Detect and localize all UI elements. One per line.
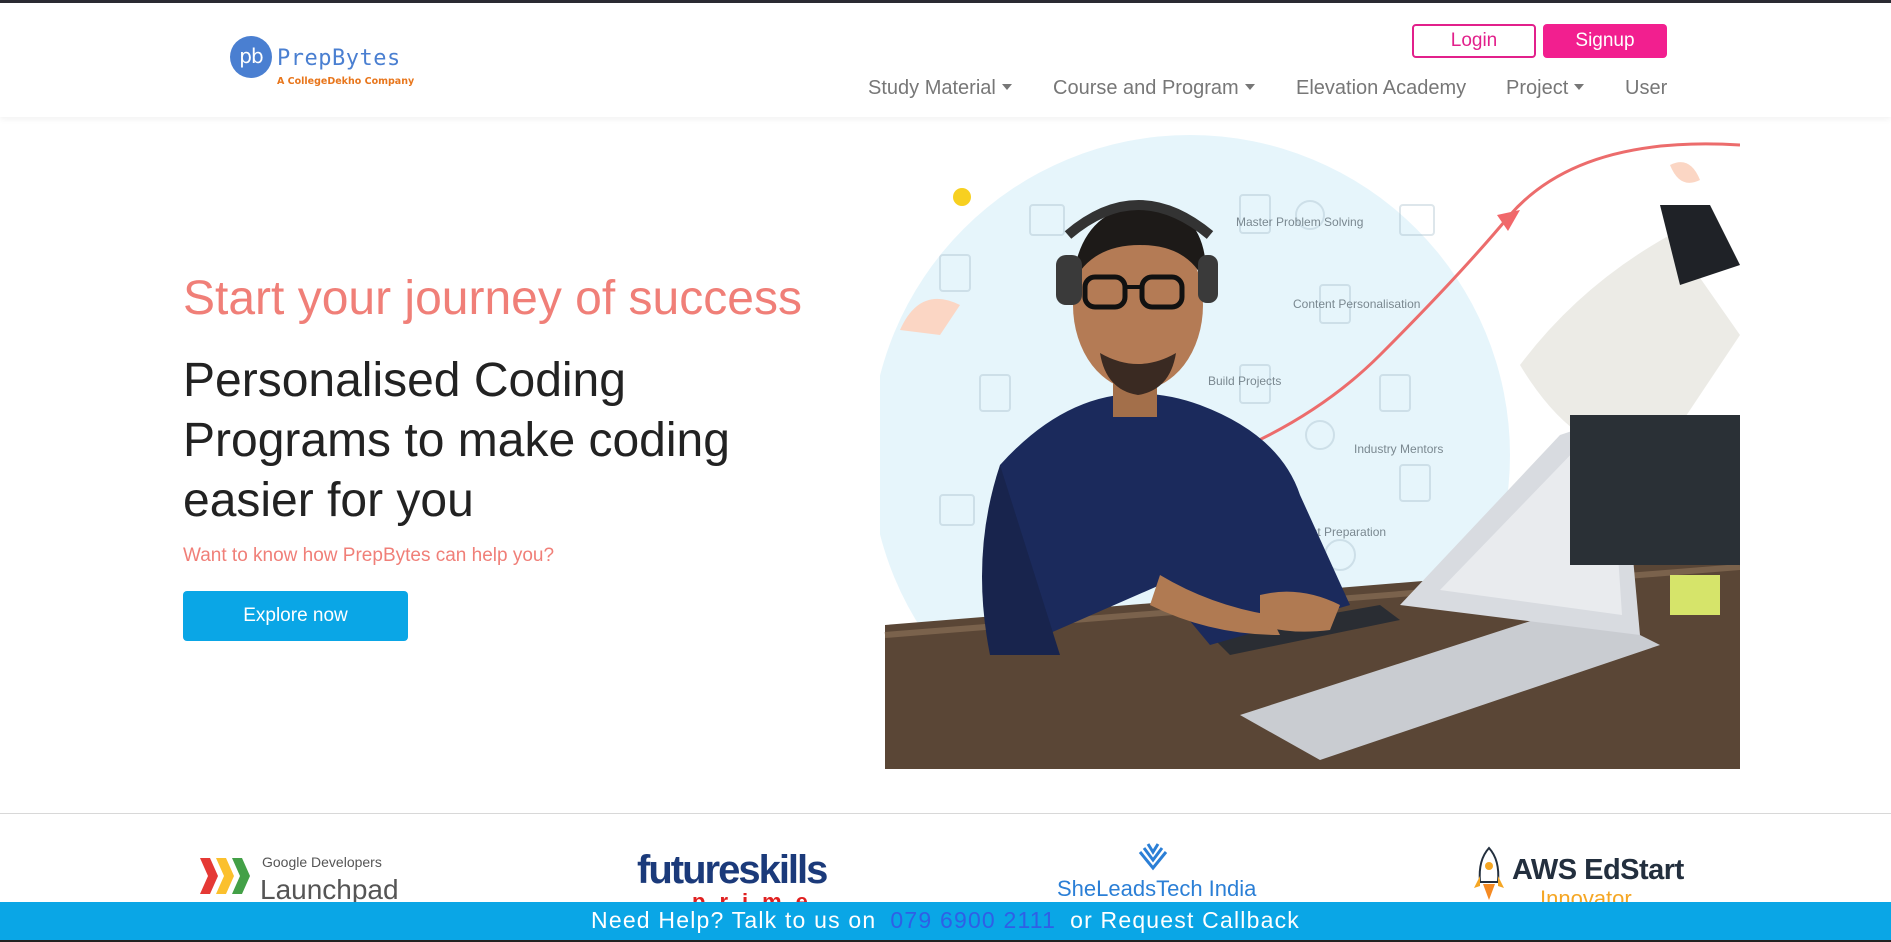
logo-name: PrepBytes bbox=[277, 46, 401, 71]
nav-label: Course and Program bbox=[1053, 77, 1239, 99]
futureskills-text: futureskills bbox=[637, 848, 828, 892]
help-phone-link[interactable]: 079 6900 2111 bbox=[890, 907, 1056, 933]
label-industry-mentors: Industry Mentors bbox=[1354, 442, 1443, 456]
nav-project[interactable]: Project bbox=[1506, 75, 1585, 101]
partner-futureskills-prime[interactable]: futureskills prime bbox=[632, 836, 832, 914]
help-bar: Need Help? Talk to us on 079 6900 2111 or … bbox=[0, 902, 1891, 942]
sheleads-logo-icon bbox=[1138, 843, 1168, 871]
aws-edstart-text: AWS EdStart bbox=[1512, 854, 1684, 886]
request-callback-link[interactable]: or Request Callback bbox=[1070, 907, 1300, 933]
explore-now-button[interactable]: Explore now bbox=[183, 591, 408, 641]
label-content-personalisation: Content Personalisation bbox=[1293, 297, 1420, 311]
caret-down-icon bbox=[1574, 84, 1585, 90]
prepbytes-logo[interactable]: pb PrepBytes A CollegeDekho Company bbox=[230, 36, 430, 91]
signup-button[interactable]: Signup bbox=[1543, 24, 1667, 58]
partner-aws-edstart[interactable]: AWS EdStart Innovator bbox=[1472, 836, 1692, 911]
nav-user[interactable]: User bbox=[1625, 75, 1667, 101]
partners-divider bbox=[0, 813, 1891, 814]
site-header: pb PrepBytes A CollegeDekho Company Logi… bbox=[0, 3, 1891, 117]
login-button[interactable]: Login bbox=[1412, 24, 1536, 58]
chevron-green-icon bbox=[232, 858, 250, 894]
rocket-icon bbox=[1474, 846, 1504, 900]
nav-study-material[interactable]: Study Material bbox=[868, 75, 1012, 101]
hero-subtitle: Start your journey of success bbox=[183, 272, 802, 325]
nav-elevation-academy[interactable]: Elevation Academy bbox=[1296, 75, 1466, 101]
hero-title: Personalised Coding Programs to make cod… bbox=[183, 354, 730, 527]
nav-label: User bbox=[1625, 77, 1668, 99]
help-prefix: Need Help? Talk to us on bbox=[591, 907, 877, 933]
logo-tagline: A CollegeDekho Company bbox=[277, 76, 415, 87]
google-developers-text: Google Developers bbox=[262, 854, 382, 870]
hero-question: Want to know how PrepBytes can help you? bbox=[183, 545, 555, 566]
sheleadstech-text: SheLeadsTech India bbox=[1057, 876, 1257, 901]
partner-google-launchpad[interactable]: Google Developers Launchpad bbox=[200, 836, 415, 906]
label-build-projects: Build Projects bbox=[1208, 374, 1281, 388]
caret-down-icon bbox=[1001, 84, 1012, 90]
nav-label: Study Material bbox=[868, 77, 996, 99]
hero-illustration-svg: Master Problem Solving Content Personali… bbox=[880, 135, 1740, 769]
nav-label: Elevation Academy bbox=[1296, 77, 1467, 99]
nav-label: Project bbox=[1506, 77, 1569, 99]
nav-course-and-program[interactable]: Course and Program bbox=[1053, 75, 1255, 101]
hero-illustration: Master Problem Solving Content Personali… bbox=[880, 135, 1740, 769]
logo-mark: pb bbox=[230, 36, 272, 78]
partner-sheleadstech[interactable]: SheLeadsTech India bbox=[1055, 836, 1257, 906]
label-master-problem-solving: Master Problem Solving bbox=[1236, 215, 1363, 229]
caret-down-icon bbox=[1244, 84, 1255, 90]
